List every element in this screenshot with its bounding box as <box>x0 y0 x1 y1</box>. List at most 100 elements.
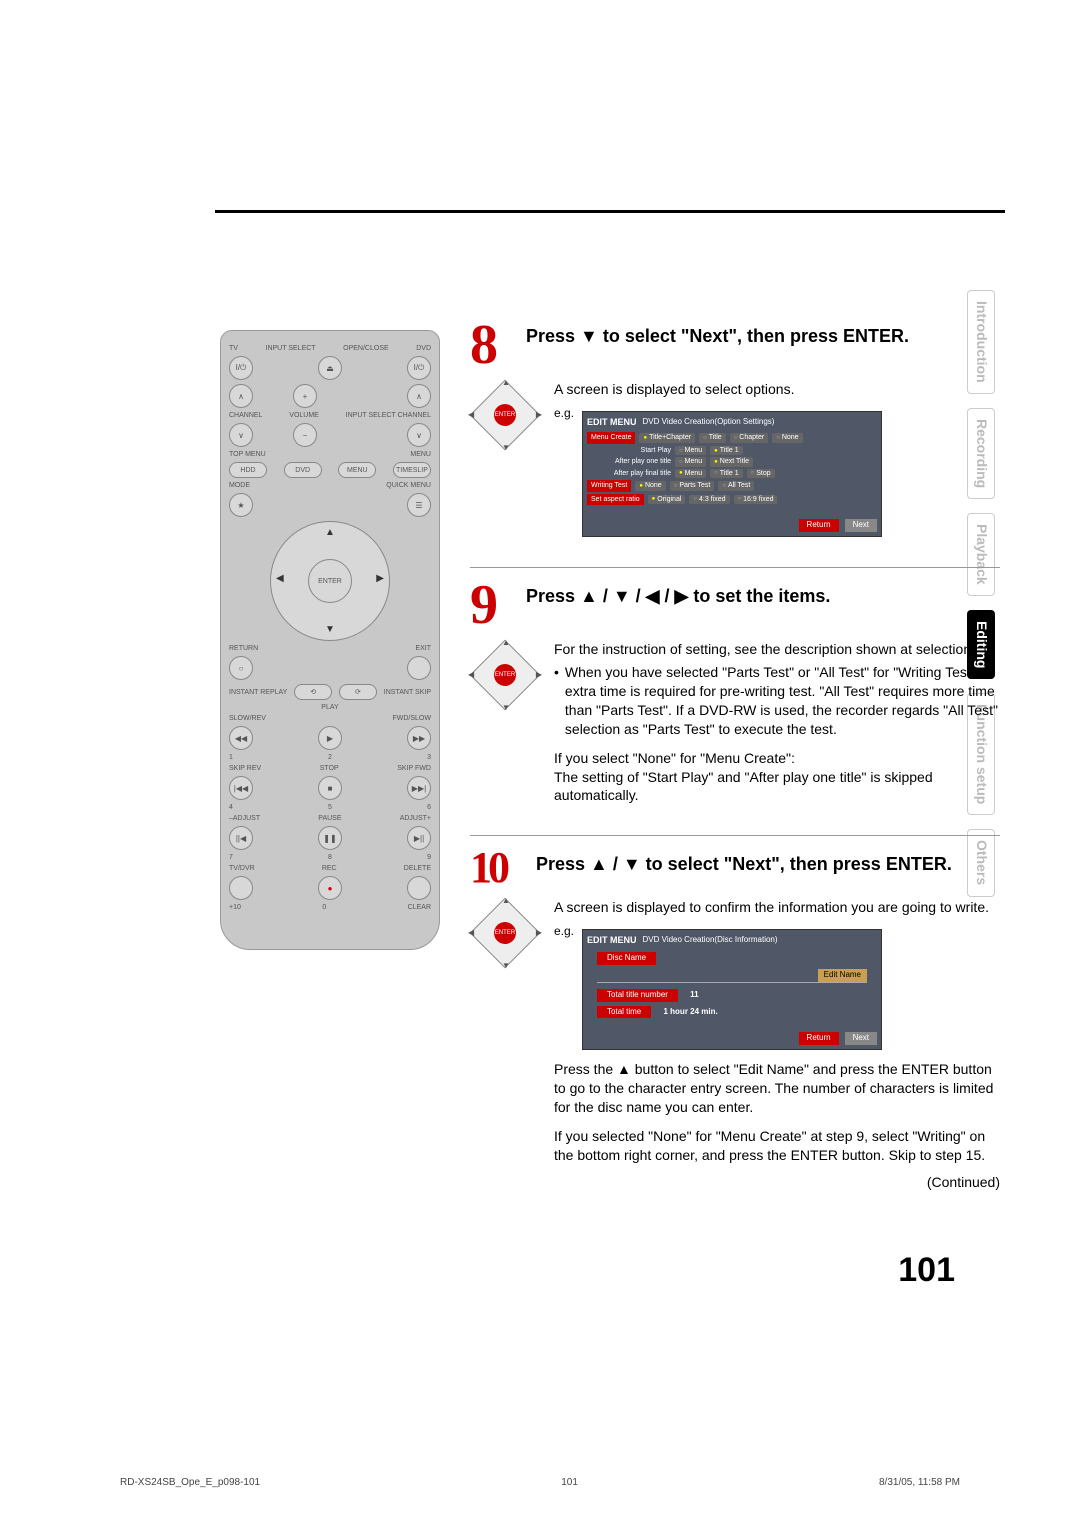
step-9-title: Press ▲ / ▼ / ◀ / ▶ to set the items. <box>526 580 830 607</box>
exit-button[interactable] <box>407 656 431 680</box>
step-10-p2: Press the ▲ button to select "Edit Name"… <box>554 1060 1000 1117</box>
play-button[interactable]: ▶ <box>318 726 342 750</box>
step-9-p2b: The setting of "Start Play" and "After p… <box>554 768 1000 806</box>
step-10-p3: If you selected "None" for "Menu Create"… <box>554 1127 1000 1165</box>
menu-button[interactable]: MENU <box>338 462 376 478</box>
opt-title: Title <box>699 433 726 442</box>
step-8-title: Press ▼ to select "Next", then press ENT… <box>526 320 909 347</box>
adjust-plus-button[interactable]: ▶|| <box>407 826 431 850</box>
rev-button[interactable]: ◀◀ <box>229 726 253 750</box>
n1: 1 <box>229 754 233 761</box>
af-title1: Title 1 <box>710 469 742 478</box>
instant-replay-button[interactable]: ⟲ <box>294 684 332 700</box>
remote-dvd-label: DVD <box>416 345 431 352</box>
step-10-p1: A screen is displayed to confirm the inf… <box>554 898 1000 917</box>
remote-pause: PAUSE <box>318 815 341 822</box>
remote-volume-label: VOLUME <box>289 412 319 419</box>
n2: 2 <box>328 754 332 761</box>
enter-diagram-9: ▲ ◀ ▶ ▼ ENTER <box>470 640 540 710</box>
delete-button[interactable] <box>407 876 431 900</box>
remote-quick-menu-label: QUICK MENU <box>386 482 431 489</box>
sp-title1: Title 1 <box>710 446 742 455</box>
remote-exit-label: EXIT <box>415 645 431 652</box>
skip-fwd-button[interactable]: ▶▶| <box>407 776 431 800</box>
rec-button[interactable]: ● <box>318 876 342 900</box>
writing-test-label: Writing Test <box>587 480 631 491</box>
screen-next-10: Next <box>845 1032 877 1045</box>
vol-down-button[interactable]: − <box>293 423 317 447</box>
after-one-label: After play one title <box>587 457 671 466</box>
sp-menu: Menu <box>675 446 706 455</box>
start-play-label: Start Play <box>587 446 671 455</box>
enter-button[interactable]: ENTER <box>308 559 352 603</box>
eject-button[interactable]: ⏏ <box>318 356 342 380</box>
remote-instant-skip: INSTANT SKIP <box>384 689 431 696</box>
remote-mode-label: MODE <box>229 482 250 489</box>
mode-button[interactable]: ★ <box>229 493 253 517</box>
vol-up-button[interactable]: + <box>293 384 317 408</box>
bullet-icon: • <box>554 663 559 739</box>
wt-parts: Parts Test <box>670 481 715 490</box>
remote-rec: REC <box>322 865 337 872</box>
step-10-title: Press ▲ / ▼ to select "Next", then press… <box>536 848 952 875</box>
opt-title-chapter: Title+Chapter <box>639 433 695 442</box>
n0: 0 <box>322 904 326 911</box>
ao-menu: Menu <box>675 457 706 466</box>
wt-all: All Test <box>718 481 754 490</box>
eg-label: e.g. <box>554 405 574 421</box>
ch-down2-button[interactable]: ∨ <box>407 423 431 447</box>
dpad[interactable]: ▲ ◀ ▶ ▼ ENTER <box>270 521 390 641</box>
remote-play-label: PLAY <box>321 704 338 711</box>
remote-skip-rev: SKIP REV <box>229 765 261 772</box>
step-9-p2a: If you select "None" for "Menu Create": <box>554 749 1000 768</box>
top-rule <box>215 210 1005 213</box>
total-title-number-label: Total title number <box>597 989 678 1002</box>
enter-icon-10: ENTER <box>494 922 516 944</box>
step-9-p1: For the instruction of setting, see the … <box>554 640 1000 659</box>
footer-right: 8/31/05, 11:58 PM <box>879 1477 960 1488</box>
stop-button[interactable]: ■ <box>318 776 342 800</box>
return-button[interactable]: ○ <box>229 656 253 680</box>
instant-skip-button[interactable]: ⟳ <box>339 684 377 700</box>
after-final-label: After play final title <box>587 469 671 478</box>
step-9: 9 Press ▲ / ▼ / ◀ / ▶ to set the items. … <box>470 580 1000 806</box>
total-title-number-val: 11 <box>690 990 698 999</box>
timeslip-button[interactable]: TIMESLIP <box>393 462 431 478</box>
footer-left: RD-XS24SB_Ope_E_p098-101 <box>120 1477 260 1488</box>
ar-orig: Original <box>648 495 686 504</box>
power-tv-button[interactable]: I/⏻ <box>229 356 253 380</box>
step-9-number: 9 <box>470 580 518 630</box>
disc-info-screen: EDIT MENU DVD Video Creation(Disc Inform… <box>582 929 882 1050</box>
remote-slow-rev: SLOW/REV <box>229 715 266 722</box>
ch-up-button[interactable]: ∧ <box>229 384 253 408</box>
page-number: 101 <box>898 1251 955 1290</box>
remote-clear: CLEAR <box>408 904 431 911</box>
ch-down-button[interactable]: ∨ <box>229 423 253 447</box>
step-10: 10 Press ▲ / ▼ to select "Next", then pr… <box>470 848 1000 1191</box>
n3: 3 <box>427 754 431 761</box>
remote-adjust-plus: ADJUST+ <box>400 815 431 822</box>
hdd-button[interactable]: HDD <box>229 462 267 478</box>
fwd-button[interactable]: ▶▶ <box>407 726 431 750</box>
screen-heading-10: DVD Video Creation(Disc Information) <box>643 935 778 946</box>
remote-channel-label: CHANNEL <box>229 412 262 419</box>
dvd-button[interactable]: DVD <box>284 462 322 478</box>
adjust-minus-button[interactable]: ||◀ <box>229 826 253 850</box>
ao-next: Next Title <box>710 457 753 466</box>
quick-menu-button[interactable]: ☰ <box>407 493 431 517</box>
skip-rev-button[interactable]: |◀◀ <box>229 776 253 800</box>
step-10-number: 10 <box>470 848 528 888</box>
remote-tv-dvr: TV/DVR <box>229 865 255 872</box>
screen-heading: DVD Video Creation(Option Settings) <box>643 417 775 428</box>
remote-input-select-label: INPUT SELECT <box>266 345 316 352</box>
tv-dvr-button[interactable] <box>229 876 253 900</box>
power-dvd-button[interactable]: I/⏻ <box>407 356 431 380</box>
continued-label: (Continued) <box>554 1173 1000 1192</box>
ch-up2-button[interactable]: ∧ <box>407 384 431 408</box>
remote-menu-label: MENU <box>410 451 431 458</box>
eg-label-10: e.g. <box>554 923 574 939</box>
remote-input-sel-ch-label: INPUT SELECT CHANNEL <box>346 412 431 419</box>
total-time-label: Total time <box>597 1006 651 1019</box>
n9: 9 <box>427 854 431 861</box>
pause-button[interactable]: ❚❚ <box>318 826 342 850</box>
